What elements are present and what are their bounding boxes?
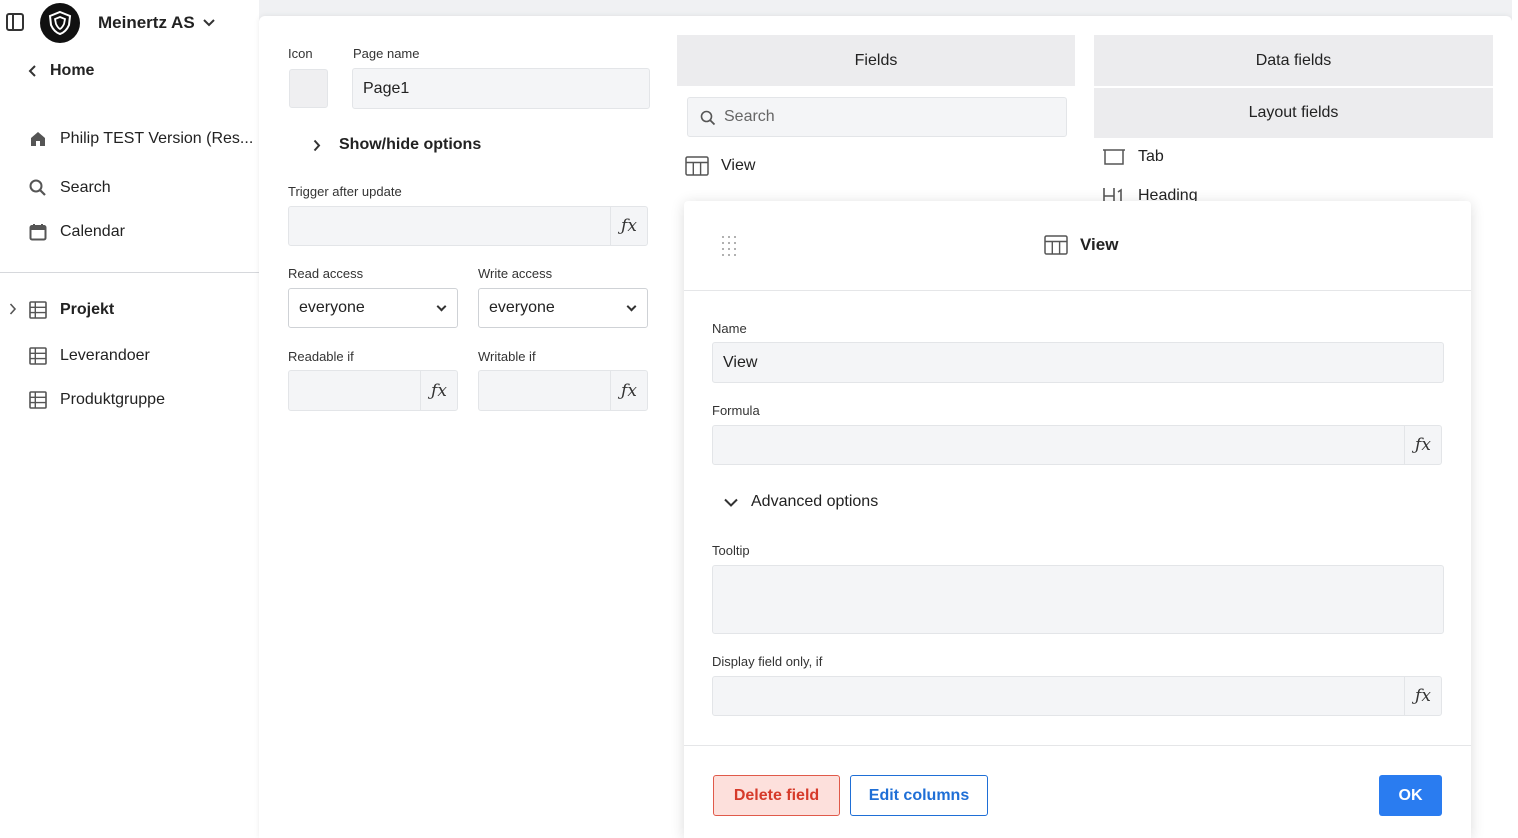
sidebar-item-projekt[interactable]: Projekt xyxy=(28,300,114,319)
home-link[interactable]: Home xyxy=(28,62,94,80)
formula-fx-icon[interactable]: ƒx xyxy=(610,207,647,245)
org-switcher[interactable]: Meinertz AS xyxy=(98,13,215,33)
layout-item-tab[interactable]: Tab xyxy=(1102,148,1164,166)
sidebar-item-label: Leverandoer xyxy=(60,346,150,364)
write-access-value: everyone xyxy=(489,299,555,316)
display-if-input[interactable]: ƒx xyxy=(712,676,1442,716)
sidebar-item-label: Calendar xyxy=(60,222,125,240)
name-label: Name xyxy=(712,321,747,336)
sidebar-item-label: Search xyxy=(60,178,111,196)
sidebar-item-label: Produktgruppe xyxy=(60,390,165,408)
sidebar-item-app[interactable]: Philip TEST Version (Res... xyxy=(28,129,253,148)
chevron-down-icon xyxy=(202,19,215,27)
name-input[interactable]: View xyxy=(712,342,1444,383)
sidebar-item-produktgruppe[interactable]: Produktgruppe xyxy=(28,390,165,409)
drag-handle-icon[interactable] xyxy=(721,235,737,257)
tab-icon xyxy=(1103,149,1125,165)
ok-button[interactable]: OK xyxy=(1379,775,1442,816)
table-icon xyxy=(685,156,709,176)
readable-if-input[interactable]: ƒx xyxy=(288,370,458,411)
field-item-view[interactable]: View xyxy=(685,156,755,176)
chevron-down-icon xyxy=(626,301,637,312)
field-item-label: View xyxy=(721,157,756,174)
home-icon xyxy=(28,129,47,148)
org-name: Meinertz AS xyxy=(98,13,195,32)
table-icon xyxy=(1044,235,1068,255)
name-value: View xyxy=(723,353,758,371)
page-name-label: Page name xyxy=(353,46,420,61)
formula-fx-icon[interactable]: ƒx xyxy=(1404,426,1441,464)
chevron-left-icon xyxy=(28,65,36,77)
read-access-select[interactable]: everyone xyxy=(288,288,458,328)
org-logo[interactable] xyxy=(40,3,80,43)
table-icon xyxy=(28,390,47,409)
tooltip-textarea[interactable] xyxy=(712,565,1444,634)
chevron-right-icon xyxy=(313,139,321,151)
formula-fx-icon[interactable]: ƒx xyxy=(1404,677,1441,715)
write-access-label: Write access xyxy=(478,266,553,281)
show-hide-options-toggle[interactable]: Show/hide options xyxy=(313,136,481,154)
icon-label: Icon xyxy=(288,46,313,61)
trigger-label: Trigger after update xyxy=(288,184,402,199)
show-hide-label: Show/hide options xyxy=(339,136,482,153)
chevron-down-icon xyxy=(724,498,738,507)
dialog-title-text: View xyxy=(1080,235,1119,254)
table-icon xyxy=(28,300,47,319)
read-access-value: everyone xyxy=(299,299,365,316)
right-edge xyxy=(1512,0,1518,838)
formula-fx-icon[interactable]: ƒx xyxy=(420,371,457,410)
formula-label: Formula xyxy=(712,403,760,418)
sidebar-item-search[interactable]: Search xyxy=(28,178,111,197)
writable-if-input[interactable]: ƒx xyxy=(478,370,648,411)
icon-picker[interactable] xyxy=(289,69,328,108)
trigger-input[interactable]: ƒx xyxy=(288,206,648,246)
chevron-down-icon xyxy=(436,301,447,312)
layout-fields-tab[interactable]: Layout fields xyxy=(1094,88,1493,138)
layout-item-label: Tab xyxy=(1138,148,1164,165)
search-placeholder: Search xyxy=(724,108,775,125)
search-icon xyxy=(700,110,716,126)
sidebar-item-label: Projekt xyxy=(60,300,115,318)
advanced-options-toggle[interactable]: Advanced options xyxy=(724,493,878,511)
table-icon xyxy=(28,346,47,365)
field-edit-dialog: View Name View Formula ƒx Advanced optio… xyxy=(684,201,1471,838)
shield-logo-icon xyxy=(48,10,72,36)
advanced-options-label: Advanced options xyxy=(751,493,879,510)
calendar-icon xyxy=(28,222,47,241)
page-name-value: Page1 xyxy=(363,79,410,97)
readable-if-label: Readable if xyxy=(288,349,354,364)
chevron-right-icon[interactable] xyxy=(9,303,17,315)
sidebar-divider xyxy=(0,272,259,273)
formula-fx-icon[interactable]: ƒx xyxy=(610,371,647,410)
dialog-title: View xyxy=(1044,235,1118,255)
writable-if-label: Writable if xyxy=(478,349,536,364)
sidebar: Meinertz AS Home Philip TEST Version (Re… xyxy=(0,0,259,838)
edit-columns-button[interactable]: Edit columns xyxy=(850,775,988,816)
delete-field-button[interactable]: Delete field xyxy=(713,775,840,816)
formula-input[interactable]: ƒx xyxy=(712,425,1442,465)
home-label: Home xyxy=(50,62,95,79)
dialog-footer-divider xyxy=(684,745,1471,746)
tooltip-label: Tooltip xyxy=(712,543,750,558)
sidebar-item-calendar[interactable]: Calendar xyxy=(28,222,125,241)
search-icon xyxy=(28,178,47,197)
dialog-header: View xyxy=(684,201,1471,291)
fields-search-input[interactable]: Search xyxy=(687,97,1067,137)
read-access-label: Read access xyxy=(288,266,364,281)
display-if-label: Display field only, if xyxy=(712,654,823,669)
sidebar-toggle-icon[interactable] xyxy=(6,13,24,31)
page-name-input[interactable]: Page1 xyxy=(352,68,650,109)
data-fields-tab[interactable]: Data fields xyxy=(1094,35,1493,86)
sidebar-item-label: Philip TEST Version (Res... xyxy=(60,129,254,147)
sidebar-item-leverandoer[interactable]: Leverandoer xyxy=(28,346,150,365)
fields-header: Fields xyxy=(677,35,1075,86)
write-access-select[interactable]: everyone xyxy=(478,288,648,328)
